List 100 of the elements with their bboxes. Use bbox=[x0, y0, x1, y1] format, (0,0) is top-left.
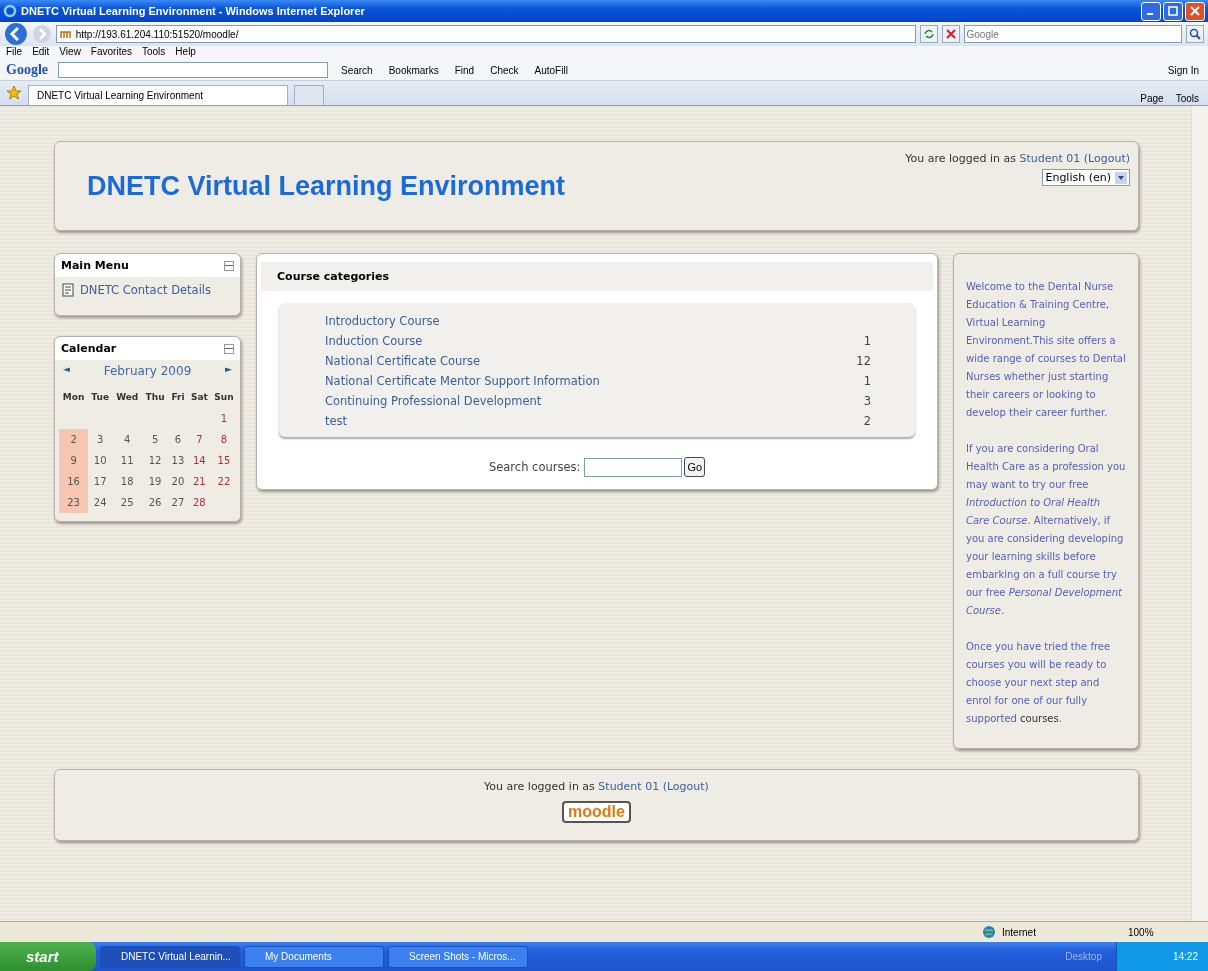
calendar-day[interactable]: 23 bbox=[59, 492, 89, 513]
weekday-label: Wed bbox=[115, 391, 140, 404]
menu-item[interactable]: Edit bbox=[32, 46, 50, 60]
calendar-day[interactable]: 4 bbox=[112, 429, 143, 450]
calendar-day[interactable]: 24 bbox=[88, 492, 113, 513]
search-field[interactable]: Google bbox=[963, 25, 1183, 43]
command-button[interactable]: Tools bbox=[1172, 92, 1202, 105]
toolbar-button[interactable]: AutoFill bbox=[531, 63, 571, 77]
menu-item[interactable]: View bbox=[59, 46, 81, 60]
block-title: Main Menu bbox=[61, 259, 129, 272]
start-button[interactable]: start bbox=[0, 942, 96, 971]
calendar-day[interactable]: 19 bbox=[142, 471, 168, 492]
calendar-day[interactable]: 16 bbox=[59, 471, 89, 492]
site-title: DNETC Virtual Learning Environment bbox=[87, 170, 566, 202]
calendar-day[interactable]: 14 bbox=[187, 450, 211, 471]
category-link[interactable]: National Certificate Course bbox=[325, 351, 481, 371]
course-count: 2 bbox=[863, 413, 871, 430]
logout-link[interactable]: (Logout) bbox=[1083, 152, 1130, 165]
course-search-field[interactable] bbox=[584, 457, 683, 477]
calendar-day[interactable]: 21 bbox=[187, 471, 211, 492]
maximize-button[interactable] bbox=[1163, 1, 1183, 21]
clock: 14:22 bbox=[1116, 942, 1208, 971]
course-count: 3 bbox=[863, 393, 871, 410]
login-text: You are logged in as bbox=[484, 780, 595, 793]
category-link[interactable]: Introductory Course bbox=[325, 311, 440, 331]
security-zone: Internet bbox=[1002, 926, 1037, 938]
back-icon[interactable] bbox=[4, 22, 28, 46]
calendar-day[interactable]: 20 bbox=[167, 471, 188, 492]
calendar-day[interactable]: 22 bbox=[210, 471, 237, 492]
toolbar-button[interactable]: Bookmarks bbox=[385, 63, 442, 77]
user-link[interactable]: Student 01 bbox=[598, 780, 660, 793]
calendar-day[interactable]: 13 bbox=[167, 450, 188, 471]
category-link[interactable]: National Certificate Mentor Support Information bbox=[325, 371, 600, 391]
calendar-day[interactable]: 26 bbox=[142, 492, 168, 513]
menu-item[interactable]: Tools bbox=[142, 46, 166, 60]
section-title: Course categories bbox=[277, 270, 390, 283]
calendar-day[interactable]: 28 bbox=[187, 492, 211, 513]
month-title[interactable]: February 2009 bbox=[103, 364, 192, 378]
calendar-day[interactable]: 10 bbox=[88, 450, 113, 471]
weekday-label: Sat bbox=[189, 391, 209, 404]
previous-month-button[interactable]: ◄ bbox=[63, 364, 70, 378]
favorites-star-icon[interactable] bbox=[6, 85, 22, 101]
welcome-paragraph: If you are considering Oral Health Care as a profession you may want to try our free Introduction to Oral Health Care Course. Alternatively, if you are considering developing your learning skills before embarking on a full course try our free Personal Development Course. bbox=[966, 442, 1126, 618]
welcome-paragraph: Welcome to the Dental Nurse Education & Training Centre, Virtual Learning Environment.This site offers a wide range of courses to Dental Nurses whether just starting their careers or looking to develop their career further. bbox=[966, 280, 1126, 420]
dropdown-icon[interactable] bbox=[1115, 171, 1127, 184]
menu-item[interactable]: Help bbox=[175, 46, 196, 60]
category-link[interactable]: test bbox=[325, 411, 348, 431]
calendar-day[interactable]: 15 bbox=[210, 450, 237, 471]
collapse-icon[interactable] bbox=[224, 260, 234, 271]
calendar-day[interactable]: 3 bbox=[88, 429, 113, 450]
weekday-label: Fri bbox=[170, 391, 186, 404]
calendar-day[interactable]: 27 bbox=[167, 492, 188, 513]
maximize-icon[interactable] bbox=[1168, 6, 1178, 16]
zoom-level[interactable]: 100% bbox=[1128, 926, 1198, 938]
calendar-day[interactable]: 12 bbox=[142, 450, 168, 471]
calendar-day[interactable]: 5 bbox=[142, 429, 168, 450]
calendar-day[interactable]: 9 bbox=[59, 450, 89, 471]
calendar-day[interactable]: 17 bbox=[88, 471, 113, 492]
toolbar-search-field[interactable] bbox=[58, 62, 328, 78]
close-button[interactable] bbox=[1185, 1, 1205, 21]
menu-item[interactable]: File bbox=[6, 46, 23, 60]
calendar-day[interactable]: 8 bbox=[210, 429, 237, 450]
weekday-label: Thu bbox=[144, 391, 166, 404]
calendar-day[interactable]: 2 bbox=[59, 429, 89, 450]
weekday-label: Mon bbox=[61, 391, 86, 404]
menu-link[interactable]: DNETC Contact Details bbox=[80, 283, 212, 297]
calendar-day[interactable]: 25 bbox=[112, 492, 143, 513]
next-month-button[interactable]: ► bbox=[225, 364, 232, 378]
course-count: 12 bbox=[856, 353, 871, 370]
calendar-day[interactable]: 11 bbox=[112, 450, 143, 471]
taskbar-button[interactable]: DNETC Virtual Learnin... bbox=[100, 945, 240, 968]
calendar-day[interactable]: 7 bbox=[187, 429, 211, 450]
sign-in-button[interactable]: Sign In bbox=[1164, 63, 1202, 77]
calendar-day[interactable]: 6 bbox=[167, 429, 188, 450]
window-title: DNETC Virtual Learning Environment - Windows Internet Explorer bbox=[21, 5, 366, 17]
address-field[interactable]: http://193.61.204.110:51520/moodle/ bbox=[55, 25, 916, 43]
taskbar-button[interactable]: My Documents bbox=[244, 945, 384, 968]
logout-link[interactable]: (Logout) bbox=[662, 780, 709, 793]
user-link[interactable]: Student 01 bbox=[1019, 152, 1081, 165]
command-button[interactable]: Page bbox=[1137, 92, 1167, 105]
calendar-day[interactable]: 18 bbox=[112, 471, 143, 492]
collapse-icon[interactable] bbox=[224, 343, 234, 354]
toolbar-button[interactable]: Find bbox=[451, 63, 478, 77]
calendar-day[interactable]: 1 bbox=[210, 408, 237, 429]
search-button[interactable]: Search bbox=[338, 63, 376, 77]
language-select[interactable]: English (en) bbox=[1042, 169, 1130, 186]
category-link[interactable]: Induction Course bbox=[325, 331, 423, 351]
minimize-button[interactable] bbox=[1141, 1, 1161, 21]
login-text: You are logged in as bbox=[905, 152, 1016, 165]
browser-tab[interactable]: DNETC Virtual Learning Environment bbox=[28, 85, 288, 105]
close-icon[interactable] bbox=[1190, 6, 1200, 16]
toolbar-button[interactable]: Check bbox=[487, 63, 522, 77]
menu-item[interactable]: Favorites bbox=[90, 46, 132, 60]
courses-link[interactable]: courses bbox=[1020, 713, 1059, 724]
browser-icon bbox=[3, 4, 17, 18]
scrollbar[interactable] bbox=[1191, 106, 1208, 921]
go-button[interactable]: Go bbox=[684, 457, 706, 477]
taskbar-button[interactable]: Screen Shots - Micros... bbox=[388, 945, 528, 968]
category-link[interactable]: Continuing Professional Development bbox=[325, 391, 542, 411]
weekday-label: Tue bbox=[90, 391, 111, 404]
